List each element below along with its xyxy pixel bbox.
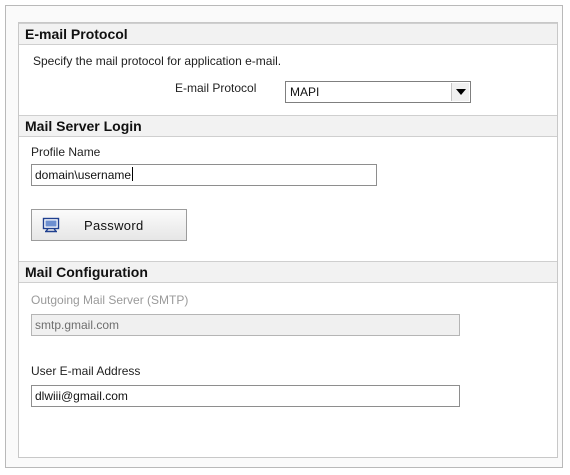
password-button[interactable]: Password [31, 209, 187, 241]
mail-server-login-header: Mail Server Login [19, 115, 557, 137]
settings-panel: E-mail Protocol Specify the mail protoco… [18, 22, 558, 458]
profile-name-value: domain\username [35, 168, 132, 182]
user-email-label: User E-mail Address [31, 364, 141, 378]
password-icon [42, 217, 60, 233]
email-protocol-select[interactable]: MAPI [285, 81, 471, 103]
smtp-server-label: Outgoing Mail Server (SMTP) [31, 293, 189, 307]
text-cursor [132, 167, 134, 181]
email-protocol-description: Specify the mail protocol for applicatio… [33, 54, 282, 68]
email-protocol-value: MAPI [290, 85, 320, 99]
email-protocol-header: E-mail Protocol [19, 23, 557, 45]
user-email-input[interactable]: dlwiii@gmail.com [31, 385, 460, 407]
mail-configuration-header: Mail Configuration [19, 261, 557, 283]
dropdown-arrow-button[interactable] [451, 83, 469, 101]
profile-name-label: Profile Name [31, 145, 101, 159]
email-protocol-label: E-mail Protocol [175, 81, 257, 95]
password-button-label: Password [84, 218, 144, 233]
smtp-server-input: smtp.gmail.com [31, 314, 460, 336]
chevron-down-icon [456, 89, 466, 95]
settings-window: E-mail Protocol Specify the mail protoco… [5, 5, 563, 468]
profile-name-input[interactable]: domain\username [31, 164, 377, 186]
